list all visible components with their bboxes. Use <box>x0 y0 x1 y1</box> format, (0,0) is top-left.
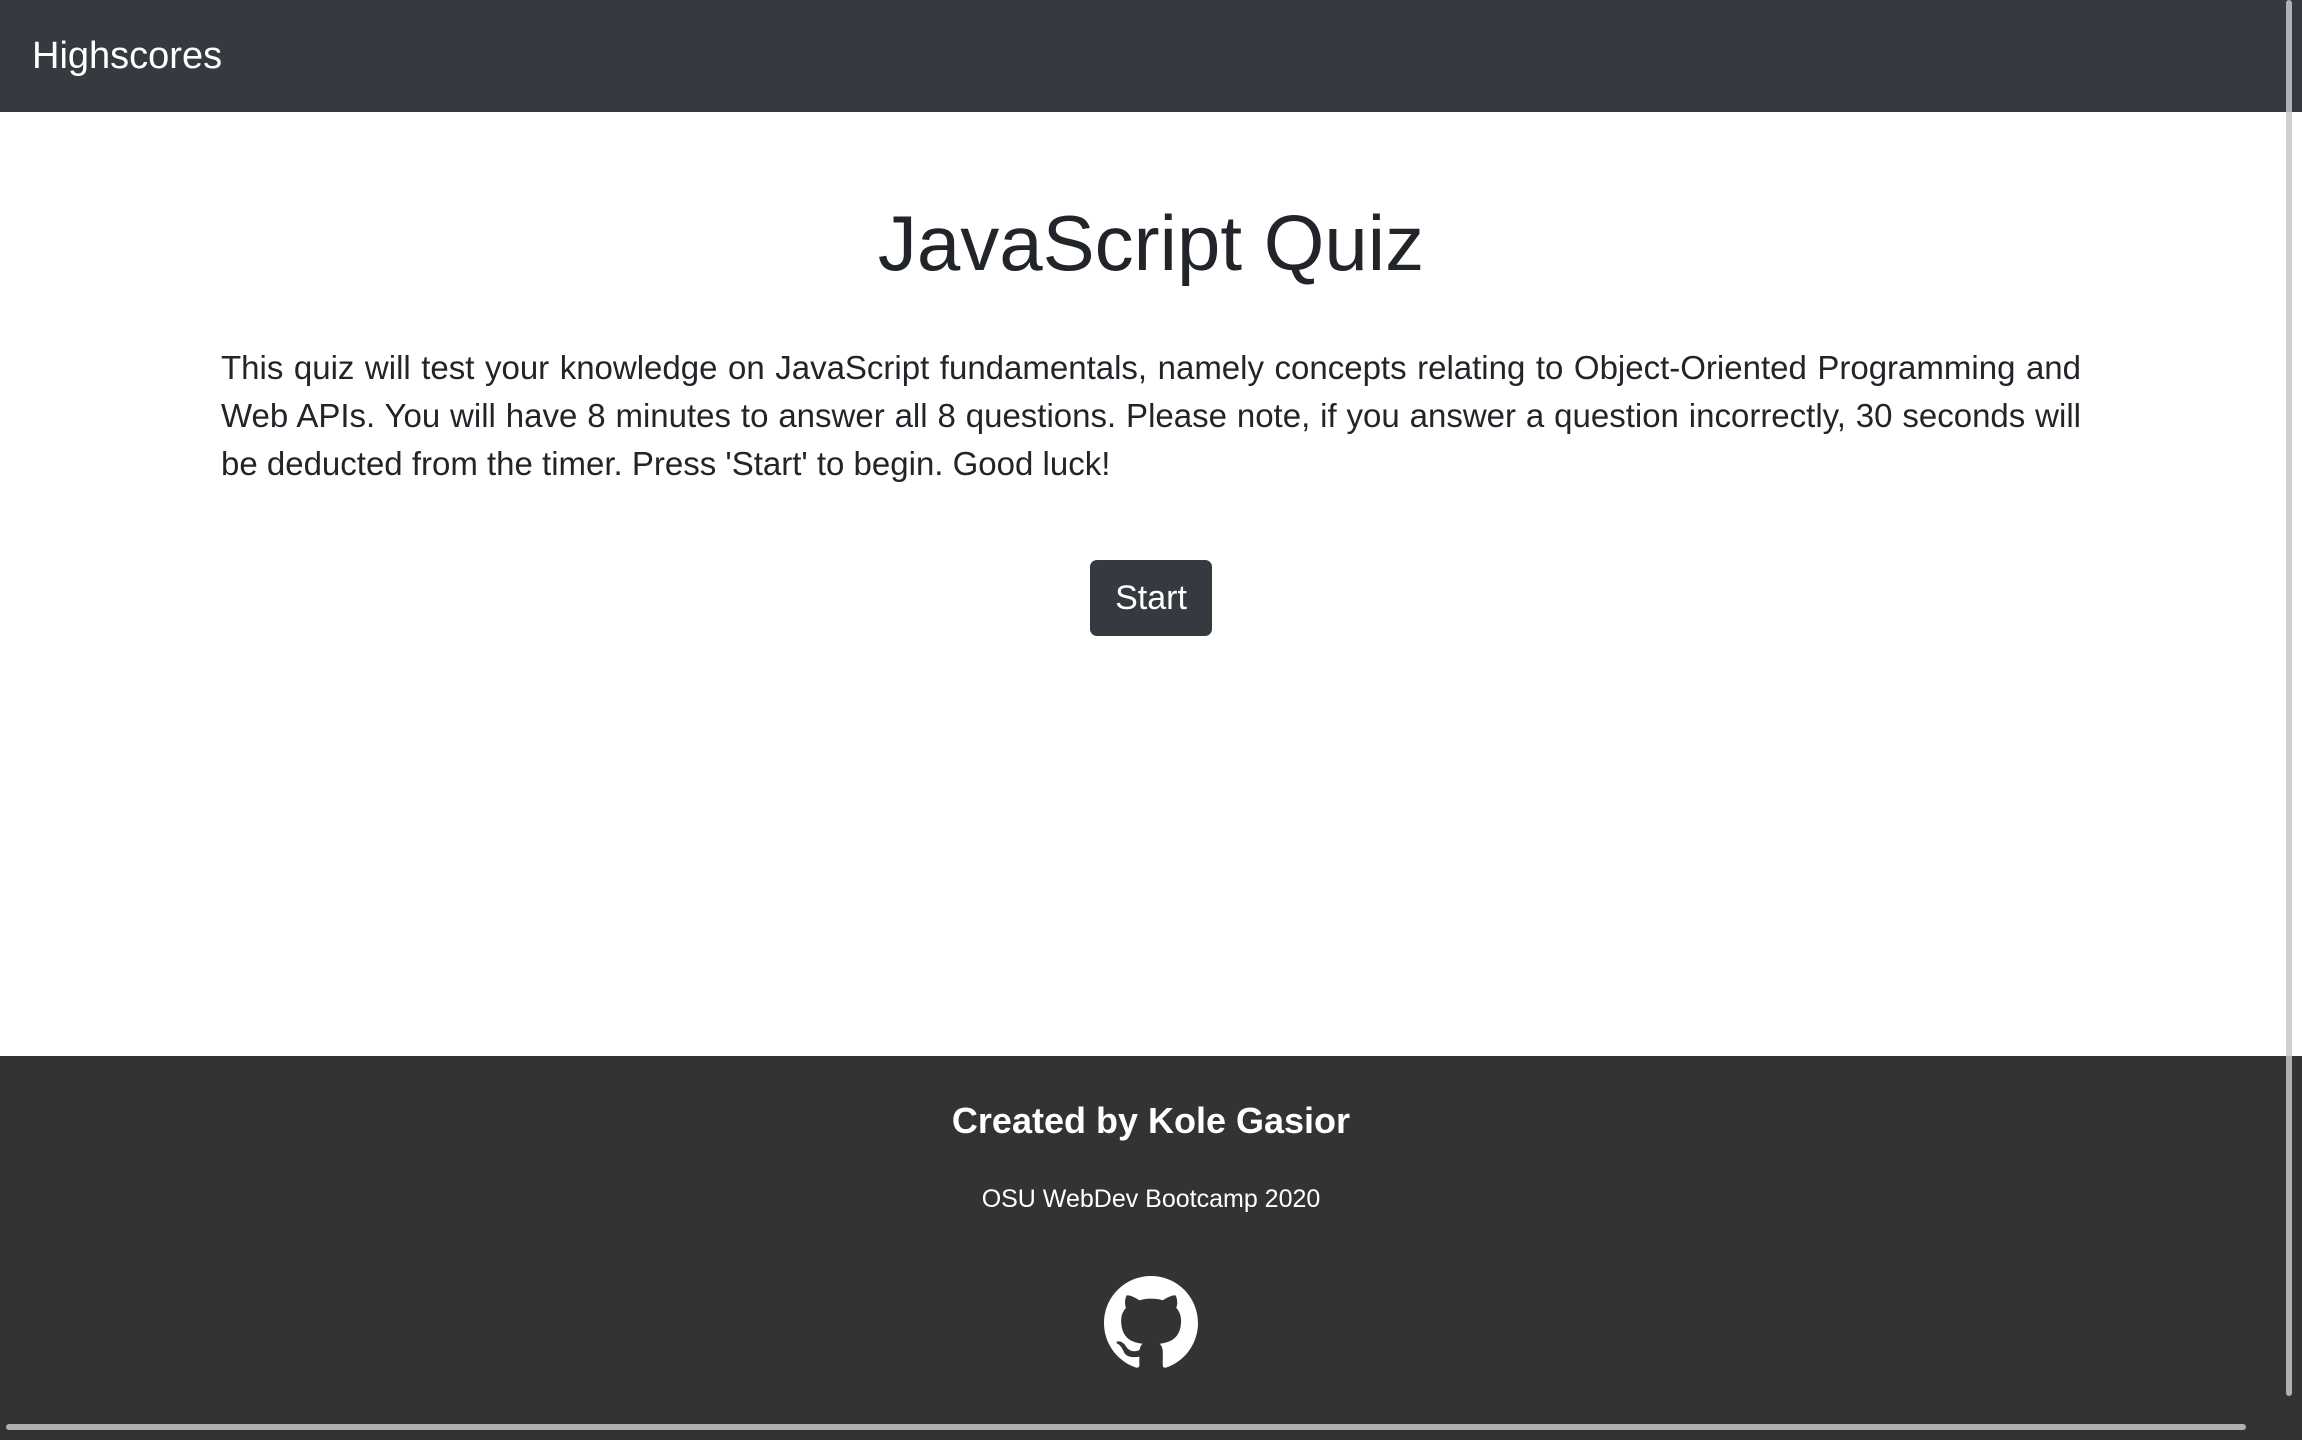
navbar: Highscores <box>0 0 2302 112</box>
github-icon <box>1104 1276 1198 1370</box>
footer: Created by Kole Gasior OSU WebDev Bootca… <box>0 1056 2302 1440</box>
highscores-link[interactable]: Highscores <box>32 35 222 78</box>
quiz-description: This quiz will test your knowledge on Ja… <box>221 349 2081 482</box>
page-title: JavaScript Quiz <box>877 199 1425 287</box>
footer-subtitle: OSU WebDev Bootcamp 2020 <box>981 1185 1321 1213</box>
main-content: JavaScript Quiz This quiz will test your… <box>0 112 2302 1056</box>
vertical-scrollbar[interactable] <box>2286 0 2292 1396</box>
start-button[interactable]: Start <box>1090 560 1212 636</box>
horizontal-scrollbar[interactable] <box>6 1424 2246 1430</box>
footer-credit: Created by Kole Gasior <box>951 1100 1351 1141</box>
github-link[interactable] <box>1104 1276 1198 1370</box>
